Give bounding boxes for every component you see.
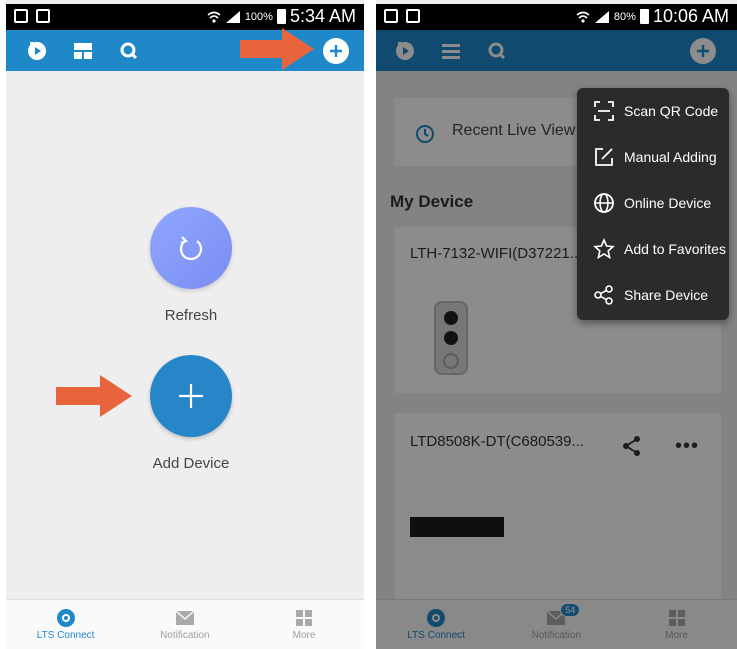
mail-icon (175, 609, 195, 627)
status-bar: 80% 10:06 AM (376, 4, 737, 30)
battery-percent: 100% (244, 10, 273, 23)
qr-scan-icon (594, 101, 614, 121)
tab-lts-connect[interactable]: LTS Connect (6, 600, 125, 649)
status-time: 10:06 AM (652, 6, 729, 26)
edit-icon (595, 148, 613, 166)
grid-icon (294, 609, 314, 627)
menu-item-manual-adding[interactable]: Manual Adding (577, 134, 729, 180)
menu-item-label: Online Device (624, 195, 712, 211)
globe-icon (594, 193, 614, 213)
main-content: Refresh Add Device (6, 71, 364, 599)
notification-app-icon (36, 9, 50, 23)
phone-screen-left: 100% 5:34 AM Refresh Add Device LTS Conn… (6, 0, 364, 649)
battery-icon (276, 9, 286, 24)
add-device-menu: Scan QR Code Manual Adding Online Device… (577, 88, 729, 320)
tab-label: Notification (160, 630, 210, 641)
layout-icon[interactable] (72, 40, 94, 62)
menu-item-label: Add to Favorites (624, 241, 726, 257)
share-icon (594, 285, 613, 305)
arrow-pointer-icon (56, 375, 132, 417)
menu-item-label: Share Device (624, 287, 709, 303)
battery-icon (639, 9, 649, 24)
signal-icon (225, 10, 240, 23)
phone-screen-right: 80% 10:06 AM Recent Live View My Device … (376, 0, 737, 649)
arrow-pointer-icon (240, 28, 314, 70)
star-icon (593, 238, 615, 260)
tab-label: More (292, 630, 316, 641)
refresh-label: Refresh (164, 307, 218, 324)
screenshot-icon (14, 9, 28, 23)
lts-connect-icon (56, 609, 76, 627)
search-icon[interactable] (118, 40, 140, 62)
notification-app-icon (406, 9, 420, 23)
wifi-icon (576, 11, 590, 23)
bottom-tab-bar: LTS Connect Notification More (6, 599, 364, 649)
menu-item-online-device[interactable]: Online Device (577, 180, 729, 226)
tab-label: LTS Connect (36, 630, 95, 641)
playback-icon[interactable] (26, 40, 48, 62)
tab-more[interactable]: More (244, 600, 363, 649)
add-device-top-button[interactable] (323, 38, 349, 64)
menu-item-share-device[interactable]: Share Device (577, 272, 729, 318)
plus-icon (179, 384, 203, 408)
wifi-icon (207, 11, 221, 23)
menu-item-label: Manual Adding (624, 149, 717, 165)
plus-icon (330, 45, 342, 57)
tab-notification[interactable]: Notification (125, 600, 244, 649)
add-device-label: Add Device (152, 455, 230, 472)
refresh-button[interactable] (150, 207, 232, 289)
menu-item-add-to-favorites[interactable]: Add to Favorites (577, 226, 729, 272)
signal-icon (594, 10, 609, 23)
add-device-button[interactable] (150, 355, 232, 437)
refresh-icon (179, 236, 203, 261)
screenshot-icon (384, 9, 398, 23)
menu-item-label: Scan QR Code (624, 103, 719, 119)
battery-percent: 80% (613, 10, 636, 23)
menu-item-scan-qr-code[interactable]: Scan QR Code (577, 88, 729, 134)
